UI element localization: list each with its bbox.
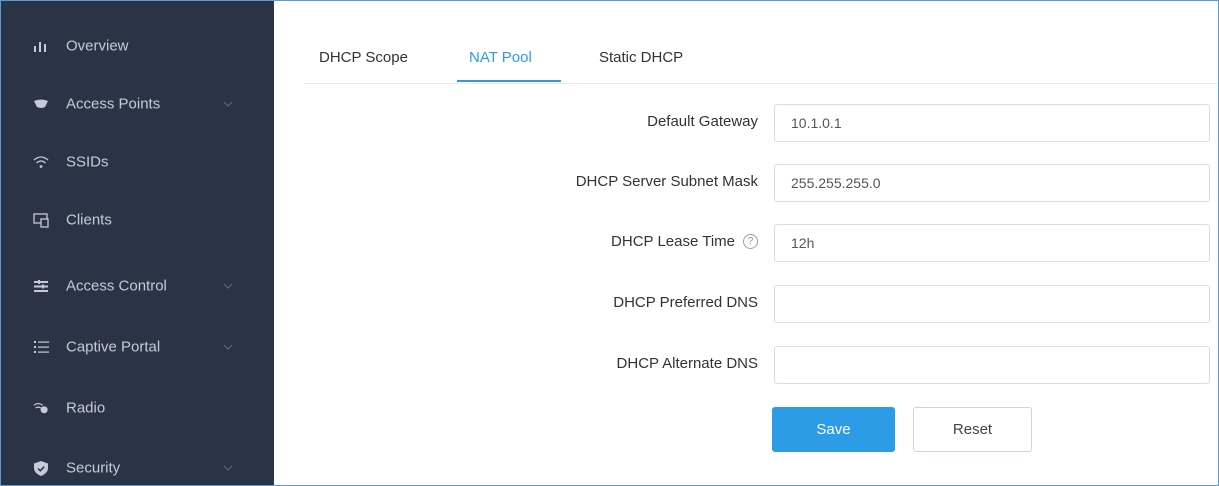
sidebar-item-label: Access Points bbox=[66, 95, 161, 113]
default-gateway-label-text: Default Gateway bbox=[647, 113, 758, 130]
access-point-icon bbox=[33, 96, 49, 112]
sidebar-item-radio[interactable]: Radio bbox=[1, 379, 274, 437]
access-control-icon bbox=[33, 278, 49, 294]
tab-static-dhcp[interactable]: Static DHCP bbox=[599, 49, 683, 66]
lease-time-label: DHCP Lease Time ? bbox=[611, 233, 758, 250]
list-icon bbox=[33, 339, 49, 355]
sidebar-item-label: Overview bbox=[66, 37, 129, 55]
sidebar-item-label: Captive Portal bbox=[66, 338, 161, 356]
sidebar-item-ssids[interactable]: SSIDs bbox=[1, 133, 274, 191]
lease-time-input[interactable] bbox=[774, 224, 1210, 262]
save-button[interactable]: Save bbox=[772, 407, 895, 452]
subnet-mask-label: DHCP Server Subnet Mask bbox=[576, 173, 758, 190]
alternate-dns-label-text: DHCP Alternate DNS bbox=[616, 355, 758, 372]
sidebar-item-access-points[interactable]: Access Points bbox=[1, 75, 274, 133]
alternate-dns-input[interactable] bbox=[774, 346, 1210, 384]
chevron-down-icon bbox=[223, 281, 233, 291]
clients-icon bbox=[33, 212, 49, 228]
sidebar-item-captive-portal[interactable]: Captive Portal bbox=[1, 318, 274, 376]
radio-icon bbox=[33, 400, 49, 416]
tab-divider bbox=[304, 83, 1218, 84]
sidebar-item-label: Clients bbox=[66, 211, 112, 229]
reset-button[interactable]: Reset bbox=[913, 407, 1032, 452]
default-gateway-label: Default Gateway bbox=[647, 113, 758, 130]
preferred-dns-input[interactable] bbox=[774, 285, 1210, 323]
preferred-dns-label-text: DHCP Preferred DNS bbox=[613, 294, 758, 311]
sidebar-item-security[interactable]: Security bbox=[1, 439, 274, 485]
sidebar: Overview Access Points SSIDs Clients Acc… bbox=[1, 1, 274, 485]
shield-icon bbox=[33, 460, 49, 476]
sidebar-item-label: SSIDs bbox=[66, 153, 109, 171]
chevron-down-icon bbox=[223, 463, 233, 473]
lease-time-label-text: DHCP Lease Time bbox=[611, 233, 735, 250]
chevron-down-icon bbox=[223, 342, 233, 352]
sidebar-item-clients[interactable]: Clients bbox=[1, 191, 274, 249]
app-window: Overview Access Points SSIDs Clients Acc… bbox=[0, 0, 1219, 486]
subnet-mask-input[interactable] bbox=[774, 164, 1210, 202]
subnet-mask-label-text: DHCP Server Subnet Mask bbox=[575, 173, 758, 190]
help-icon[interactable]: ? bbox=[743, 234, 758, 249]
tab-nat-pool[interactable]: NAT Pool bbox=[469, 49, 532, 66]
active-tab-indicator bbox=[457, 80, 561, 82]
bar-chart-icon bbox=[33, 38, 49, 54]
sidebar-item-overview[interactable]: Overview bbox=[1, 17, 274, 75]
tab-dhcp-scope[interactable]: DHCP Scope bbox=[319, 49, 408, 66]
default-gateway-input[interactable] bbox=[774, 104, 1210, 142]
sidebar-item-label: Radio bbox=[66, 399, 106, 417]
preferred-dns-label: DHCP Preferred DNS bbox=[613, 294, 758, 311]
sidebar-item-label: Security bbox=[66, 459, 121, 477]
chevron-down-icon bbox=[223, 99, 233, 109]
sidebar-item-label: Access Control bbox=[66, 277, 167, 295]
sidebar-item-access-control[interactable]: Access Control bbox=[1, 257, 274, 315]
wifi-icon bbox=[33, 154, 49, 170]
alternate-dns-label: DHCP Alternate DNS bbox=[617, 355, 758, 372]
